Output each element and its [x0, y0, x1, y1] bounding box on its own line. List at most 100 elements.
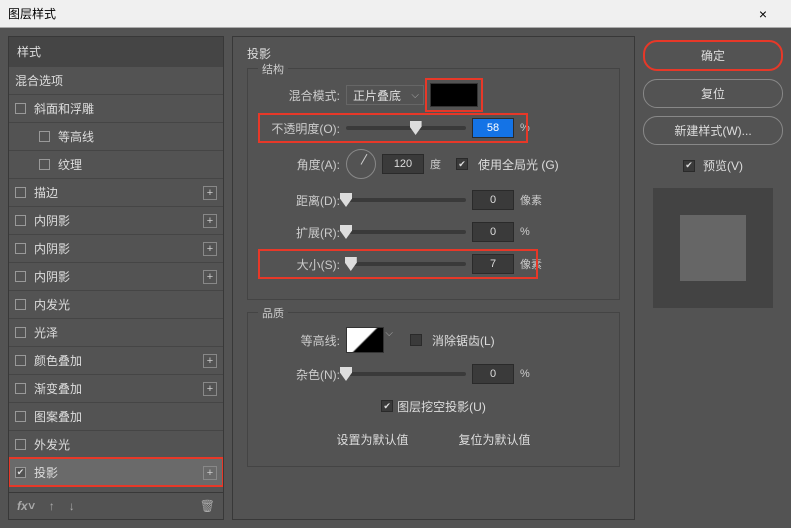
style-checkbox[interactable]: [15, 355, 26, 366]
style-label: 描边: [34, 184, 58, 201]
style-checkbox[interactable]: [15, 271, 26, 282]
preview-swatch: [680, 215, 746, 281]
style-item-4[interactable]: 内阴影 +: [9, 206, 223, 234]
add-effect-icon[interactable]: +: [203, 270, 217, 284]
distance-input[interactable]: [472, 190, 514, 210]
style-label: 图案叠加: [34, 408, 82, 425]
shadow-color-swatch[interactable]: [430, 83, 478, 107]
preview-checkbox[interactable]: [683, 160, 695, 172]
noise-input[interactable]: [472, 364, 514, 384]
spread-slider[interactable]: [346, 230, 466, 234]
default-buttons-row: 设置为默认值 复位为默认值: [258, 427, 609, 452]
antialias-label: 消除锯齿(L): [432, 332, 495, 349]
blend-mode-select[interactable]: 正片叠底: [346, 85, 424, 105]
style-item-13[interactable]: 投影+: [9, 458, 223, 486]
preview-box: [653, 188, 773, 308]
arrow-up-icon[interactable]: ↑: [49, 499, 55, 513]
angle-row: 角度(A): 度 使用全局光 (G): [258, 149, 609, 179]
style-checkbox[interactable]: [15, 243, 26, 254]
style-label: 内发光: [34, 296, 70, 313]
global-light-checkbox[interactable]: [456, 158, 468, 170]
style-checkbox[interactable]: [39, 131, 50, 142]
size-input[interactable]: [472, 254, 514, 274]
fx-icon[interactable]: fx˅: [17, 499, 35, 513]
style-item-0[interactable]: 斜面和浮雕: [9, 94, 223, 122]
style-checkbox[interactable]: [15, 187, 26, 198]
window-title: 图层样式: [8, 5, 56, 22]
add-effect-icon[interactable]: +: [203, 242, 217, 256]
style-item-2[interactable]: 纹理: [9, 150, 223, 178]
antialias-checkbox[interactable]: [410, 334, 422, 346]
knockout-row: 图层挖空投影(U): [258, 395, 609, 417]
cancel-button[interactable]: 复位: [643, 79, 783, 108]
add-effect-icon[interactable]: +: [203, 186, 217, 200]
style-item-12[interactable]: 外发光: [9, 430, 223, 458]
knockout-checkbox[interactable]: [381, 400, 393, 412]
style-label: 内阴影: [34, 268, 70, 285]
settings-panel: 投影 结构 混合模式: 正片叠底 不透明度(O):: [232, 36, 635, 520]
distance-slider[interactable]: [346, 198, 466, 202]
style-label: 外发光: [34, 436, 70, 453]
style-checkbox[interactable]: [15, 439, 26, 450]
add-effect-icon[interactable]: +: [203, 354, 217, 368]
style-item-10[interactable]: 渐变叠加 +: [9, 374, 223, 402]
close-icon[interactable]: ×: [743, 6, 783, 22]
structure-group: 结构 混合模式: 正片叠底 不透明度(O): %: [247, 68, 620, 300]
trash-icon[interactable]: 🗑: [200, 499, 215, 513]
style-item-6[interactable]: 内阴影 +: [9, 262, 223, 290]
style-item-11[interactable]: 图案叠加: [9, 402, 223, 430]
style-checkbox[interactable]: [15, 215, 26, 226]
style-checkbox[interactable]: [15, 299, 26, 310]
size-label: 大小(S):: [258, 256, 346, 273]
reset-default-button[interactable]: 复位为默认值: [443, 427, 547, 452]
angle-dial[interactable]: [346, 149, 376, 179]
arrow-down-icon[interactable]: ↓: [69, 499, 75, 513]
style-item-5[interactable]: 内阴影+: [9, 234, 223, 262]
style-checkbox[interactable]: [15, 383, 26, 394]
size-unit: 像素: [520, 256, 542, 272]
style-checkbox[interactable]: [15, 411, 26, 422]
size-row: 大小(S): 像素: [258, 253, 609, 275]
opacity-label: 不透明度(O):: [258, 120, 346, 137]
angle-input[interactable]: [382, 154, 424, 174]
style-checkbox[interactable]: [15, 467, 26, 478]
style-item-3[interactable]: 描边 +: [9, 178, 223, 206]
style-label: 内阴影: [34, 212, 70, 229]
distance-unit: 像素: [520, 192, 542, 208]
blend-mode-row: 混合模式: 正片叠底: [258, 83, 609, 107]
style-label: 渐变叠加: [34, 380, 82, 397]
opacity-input[interactable]: [472, 118, 514, 138]
noise-slider[interactable]: [346, 372, 466, 376]
structure-legend: 结构: [258, 61, 288, 77]
set-default-button[interactable]: 设置为默认值: [320, 427, 424, 452]
style-checkbox[interactable]: [15, 103, 26, 114]
spread-input[interactable]: [472, 222, 514, 242]
style-item-9[interactable]: 颜色叠加+: [9, 346, 223, 374]
style-checkbox[interactable]: [15, 327, 26, 338]
panel-title: 投影: [247, 45, 620, 62]
noise-unit: %: [520, 368, 540, 380]
blend-mode-label: 混合模式:: [258, 87, 346, 104]
style-label: 光泽: [34, 324, 58, 341]
angle-label: 角度(A):: [258, 156, 346, 173]
ok-button[interactable]: 确定: [643, 40, 783, 71]
distance-row: 距离(D): 像素: [258, 189, 609, 211]
style-item-7[interactable]: 内发光: [9, 290, 223, 318]
add-effect-icon[interactable]: +: [203, 214, 217, 228]
styles-header: 样式: [9, 37, 223, 66]
style-checkbox[interactable]: [39, 159, 50, 170]
add-effect-icon[interactable]: +: [203, 466, 217, 480]
style-item-8[interactable]: 光泽: [9, 318, 223, 346]
style-label: 纹理: [58, 156, 82, 173]
blend-options-item[interactable]: 混合选项: [9, 66, 223, 94]
size-slider[interactable]: [346, 262, 466, 266]
new-style-button[interactable]: 新建样式(W)...: [643, 116, 783, 145]
add-effect-icon[interactable]: +: [203, 382, 217, 396]
contour-picker[interactable]: [346, 327, 384, 353]
opacity-row: 不透明度(O): %: [258, 117, 609, 139]
style-item-1[interactable]: 等高线: [9, 122, 223, 150]
opacity-slider[interactable]: [346, 126, 466, 130]
noise-row: 杂色(N): %: [258, 363, 609, 385]
contour-row: 等高线: 消除锯齿(L): [258, 327, 609, 353]
preview-row: 预览(V): [643, 157, 783, 174]
